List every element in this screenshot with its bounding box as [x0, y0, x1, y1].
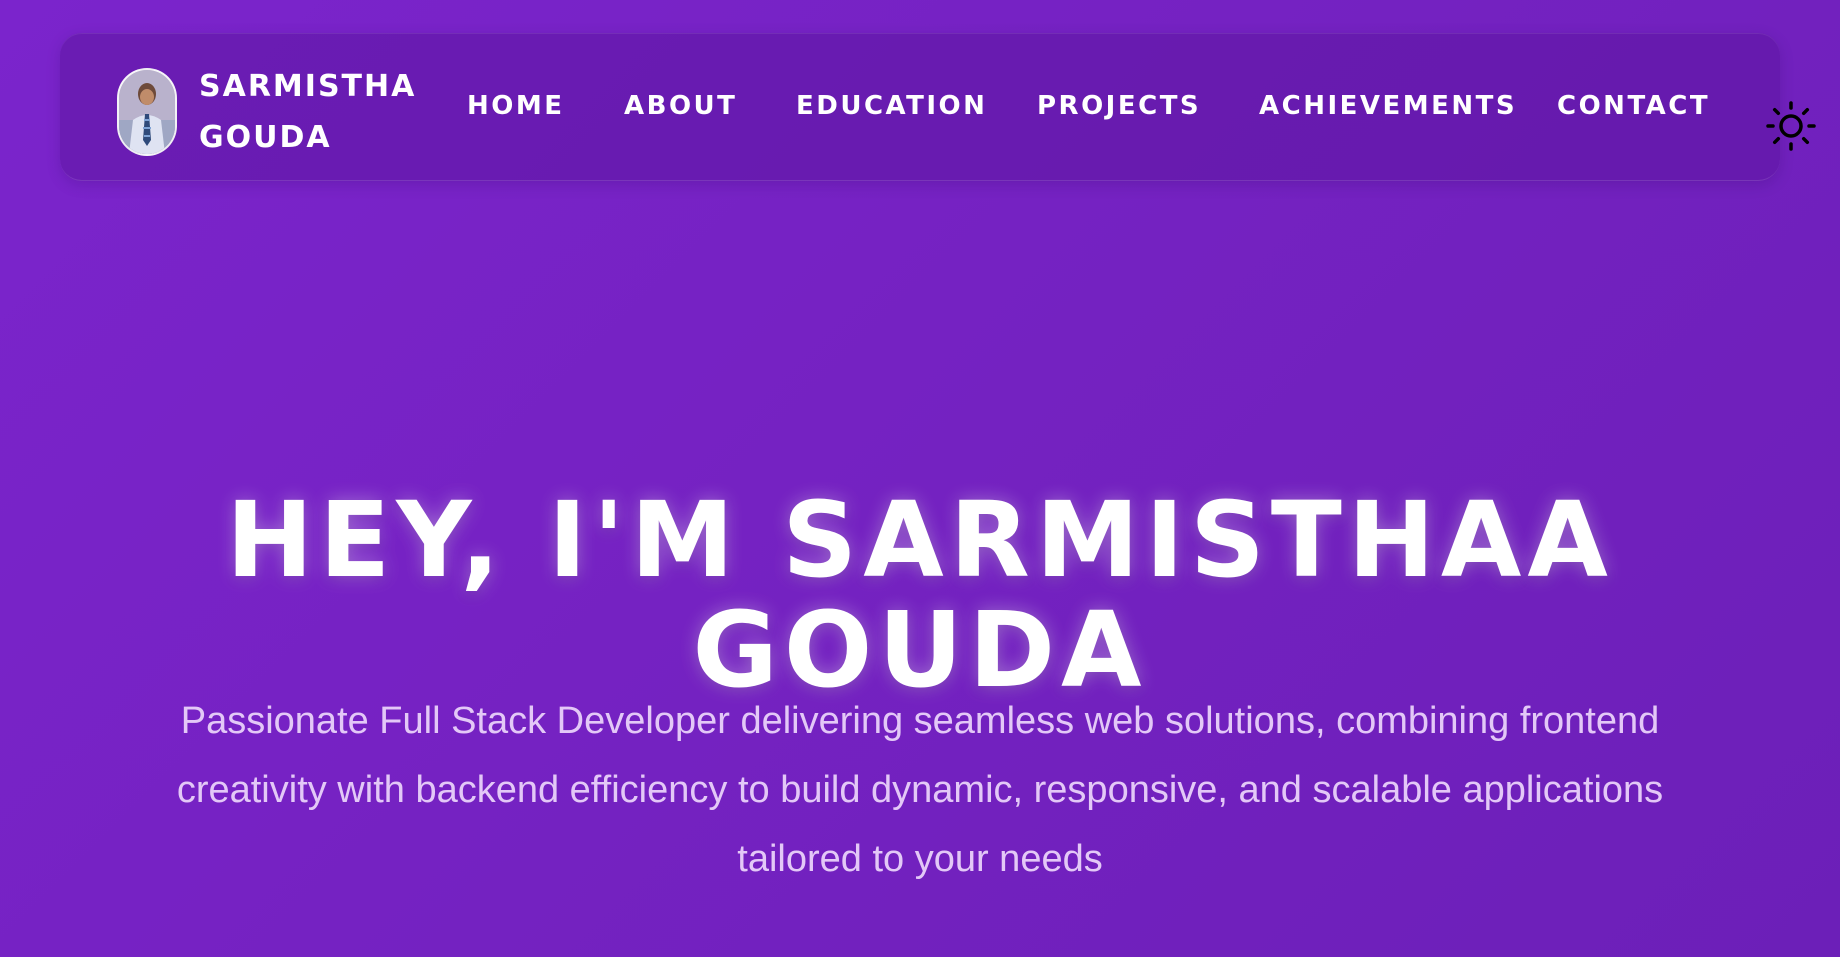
nav-link-achievements[interactable]: ACHIEVEMENTS	[1259, 89, 1517, 123]
nav-link-home[interactable]: HOME	[467, 89, 565, 123]
hero-title: HEY, I'M SARMISTHAA GOUDA	[226, 479, 1614, 711]
sun-icon	[1766, 101, 1816, 151]
nav-link-education[interactable]: EDUCATION	[796, 89, 987, 123]
nav-links: HOME ABOUT EDUCATION PROJECTS ACHIEVEMEN…	[60, 33, 1780, 180]
theme-toggle-button[interactable]	[1766, 101, 1816, 151]
navbar: SARMISTHA GOUDA HOME ABOUT EDUCATION PRO…	[60, 33, 1816, 181]
nav-link-contact[interactable]: CONTACT	[1557, 89, 1710, 123]
nav-link-about[interactable]: ABOUT	[624, 89, 737, 123]
hero-subtitle: Passionate Full Stack Developer deliveri…	[176, 700, 1664, 880]
nav-link-projects[interactable]: PROJECTS	[1037, 89, 1201, 123]
